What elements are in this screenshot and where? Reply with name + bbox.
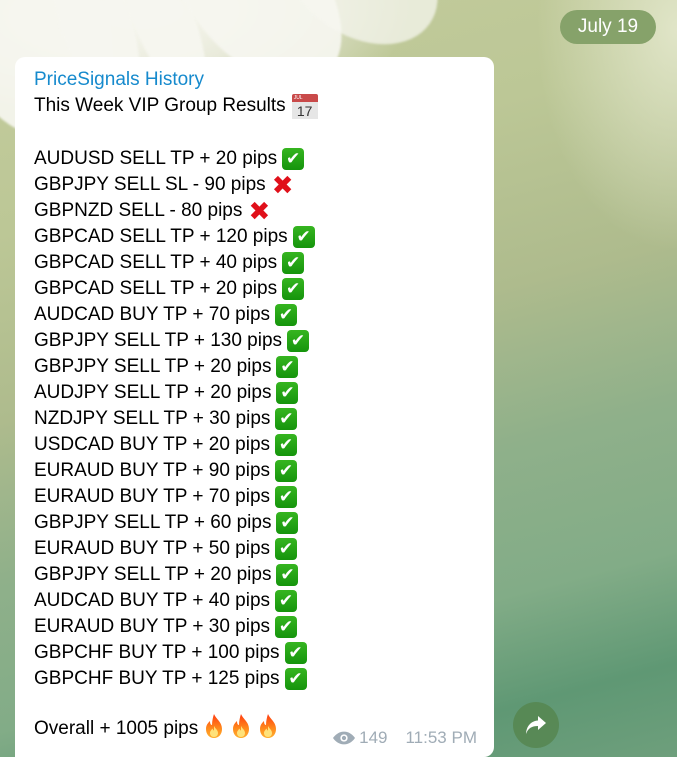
signal-row: GBPNZD SELL - 80 pips ✖	[34, 198, 475, 224]
signal-row: GBPJPY SELL TP + 20 pips ✔	[34, 562, 475, 588]
signal-row: AUDCAD BUY TP + 70 pips ✔	[34, 302, 475, 328]
check-mark-icon: ✔	[275, 304, 298, 326]
signal-text: EURAUD BUY TP + 70 pips	[34, 486, 271, 507]
message-time: 11:53 PM	[405, 728, 477, 747]
signal-row: GBPCHF BUY TP + 125 pips ✔	[34, 666, 475, 692]
signal-text: GBPJPY SELL TP + 130 pips	[34, 330, 283, 351]
eye-icon	[333, 731, 356, 745]
check-mark-icon: ✔	[275, 460, 298, 482]
signal-text: AUDCAD BUY TP + 70 pips	[34, 304, 271, 325]
sender-name[interactable]: PriceSignals History	[34, 67, 475, 92]
signal-text: AUDJPY SELL TP + 20 pips	[34, 382, 272, 403]
signal-text: GBPJPY SELL TP + 60 pips	[34, 512, 272, 533]
signal-row: GBPCAD SELL TP + 20 pips ✔	[34, 276, 475, 302]
check-mark-icon: ✔	[275, 434, 298, 456]
signal-text: GBPCHF BUY TP + 125 pips	[34, 668, 280, 689]
signal-row: USDCAD BUY TP + 20 pips ✔	[34, 432, 475, 458]
message-meta: 149 11:53 PM	[333, 728, 477, 748]
check-mark-icon: ✔	[282, 252, 305, 274]
check-mark-icon: ✔	[282, 278, 305, 300]
signal-text: GBPJPY SELL SL - 90 pips	[34, 174, 266, 195]
signal-text: AUDUSD SELL TP + 20 pips	[34, 148, 278, 169]
check-mark-icon: ✔	[292, 226, 315, 248]
fire-icon	[230, 713, 252, 739]
check-mark-icon: ✔	[275, 538, 298, 560]
check-mark-icon: ✔	[275, 616, 298, 638]
check-mark-icon: ✔	[276, 382, 299, 404]
view-count: 149	[359, 728, 388, 747]
signal-text: GBPCAD SELL TP + 40 pips	[34, 252, 278, 273]
check-mark-icon: ✔	[282, 148, 305, 170]
message-bubble[interactable]: PriceSignals History This Week VIP Group…	[15, 57, 494, 757]
fire-icon	[203, 713, 225, 739]
signal-text: USDCAD BUY TP + 20 pips	[34, 434, 271, 455]
signal-row: EURAUD BUY TP + 50 pips ✔	[34, 536, 475, 562]
signal-row: AUDJPY SELL TP + 20 pips ✔	[34, 380, 475, 406]
check-mark-icon: ✔	[275, 486, 298, 508]
signals-list: AUDUSD SELL TP + 20 pips ✔ GBPJPY SELL SL …	[34, 146, 475, 692]
signal-row: GBPCAD SELL TP + 40 pips ✔	[34, 250, 475, 276]
signal-row: GBPCHF BUY TP + 100 pips ✔	[34, 640, 475, 666]
check-mark-icon: ✔	[284, 668, 307, 690]
check-mark-icon: ✔	[284, 642, 307, 664]
signal-row: GBPJPY SELL TP + 60 pips ✔	[34, 510, 475, 536]
check-mark-icon: ✔	[287, 330, 310, 352]
message-title-text: This Week VIP Group Results	[34, 95, 286, 116]
check-mark-icon: ✔	[276, 564, 299, 586]
calendar-month: JUL	[291, 94, 318, 102]
signal-row: AUDCAD BUY TP + 40 pips ✔	[34, 588, 475, 614]
check-mark-icon: ✔	[275, 590, 298, 612]
signal-text: EURAUD BUY TP + 30 pips	[34, 616, 271, 637]
overall-summary: Overall + 1005 pips	[34, 713, 279, 745]
signal-text: GBPCAD SELL TP + 20 pips	[34, 278, 278, 299]
overall-icons	[198, 713, 279, 745]
check-mark-icon: ✔	[276, 512, 299, 534]
signal-text: EURAUD BUY TP + 90 pips	[34, 460, 271, 481]
signal-text: GBPCAD SELL TP + 120 pips	[34, 226, 288, 247]
signal-row: EURAUD BUY TP + 90 pips ✔	[34, 458, 475, 484]
signal-text: NZDJPY SELL TP + 30 pips	[34, 408, 271, 429]
share-icon	[526, 716, 546, 734]
signal-row: GBPCAD SELL TP + 120 pips ✔	[34, 224, 475, 250]
signal-text: GBPJPY SELL TP + 20 pips	[34, 356, 272, 377]
signal-text: GBPCHF BUY TP + 100 pips	[34, 642, 280, 663]
check-mark-icon: ✔	[276, 356, 299, 378]
signal-row: GBPJPY SELL SL - 90 pips ✖	[34, 172, 475, 198]
share-button[interactable]	[513, 702, 559, 748]
signal-text: AUDCAD BUY TP + 40 pips	[34, 590, 271, 611]
signal-row: EURAUD BUY TP + 30 pips ✔	[34, 614, 475, 640]
message-title: This Week VIP Group Results JUL 17	[34, 92, 475, 120]
date-separator: July 19	[560, 10, 656, 44]
cross-mark-icon: ✖	[248, 196, 271, 226]
signal-text: GBPNZD SELL - 80 pips	[34, 200, 243, 221]
fire-icon	[257, 713, 279, 739]
check-mark-icon: ✔	[275, 408, 298, 430]
signal-text: GBPJPY SELL TP + 20 pips	[34, 564, 272, 585]
signal-row: GBPJPY SELL TP + 20 pips ✔	[34, 354, 475, 380]
overall-text: Overall + 1005 pips	[34, 718, 199, 739]
signal-text: EURAUD BUY TP + 50 pips	[34, 538, 271, 559]
signal-row: GBPJPY SELL TP + 130 pips ✔	[34, 328, 475, 354]
calendar-day: 17	[291, 102, 318, 119]
signal-row: AUDUSD SELL TP + 20 pips ✔	[34, 146, 475, 172]
calendar-icon: JUL 17	[291, 92, 318, 120]
cross-mark-icon: ✖	[271, 170, 294, 200]
signal-row: NZDJPY SELL TP + 30 pips ✔	[34, 406, 475, 432]
signal-row: EURAUD BUY TP + 70 pips ✔	[34, 484, 475, 510]
